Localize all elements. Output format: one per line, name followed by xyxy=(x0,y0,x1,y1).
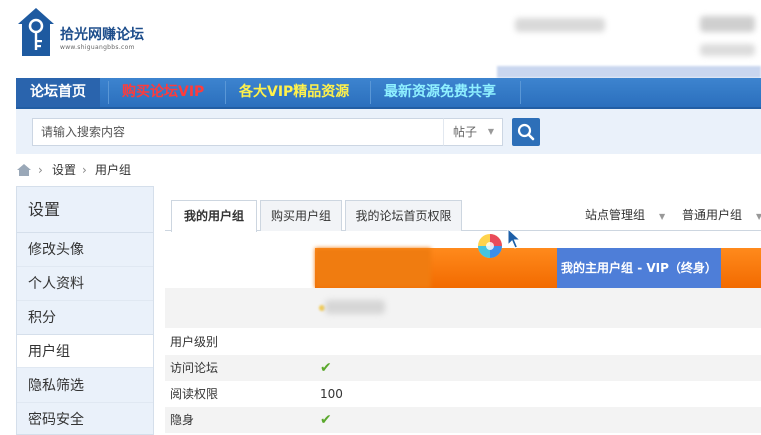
sidebar-title: 设置 xyxy=(17,187,153,233)
row-label: 访问论坛 xyxy=(170,361,219,375)
mouse-cursor-icon xyxy=(507,228,522,249)
sidebar-item-profile[interactable]: 个人资料 xyxy=(17,267,153,301)
sidebar-item-credits[interactable]: 积分 xyxy=(17,301,153,335)
home-icon[interactable] xyxy=(16,163,32,177)
dropdown-label: 普通用户组 xyxy=(682,208,743,222)
search-button[interactable] xyxy=(512,118,540,146)
table-row xyxy=(165,288,761,328)
caret-down-icon: ▼ xyxy=(487,127,494,136)
logo-subtitle: www.shiguangbbs.com xyxy=(60,44,135,51)
nav-vip-resources[interactable]: 各大VIP精品资源 xyxy=(225,78,363,107)
nav-divider xyxy=(520,81,521,104)
row-label: 用户级别 xyxy=(170,335,219,349)
tab-buy-usergroup[interactable]: 购买用户组 xyxy=(260,200,342,231)
caret-down-icon: ▼ xyxy=(659,212,666,221)
check-icon: ✔ xyxy=(320,360,332,376)
search-type-select[interactable]: 帖子 ▼ xyxy=(443,118,503,146)
row-label: 隐身 xyxy=(170,413,195,427)
blurred-user-link xyxy=(700,44,755,56)
dropdown-label: 站点管理组 xyxy=(585,208,646,222)
search-type-value: 帖子 xyxy=(453,125,478,139)
site-admin-group-dropdown[interactable]: 站点管理组 ▼ xyxy=(585,200,665,231)
nav-buy-vip[interactable]: 购买论坛VIP xyxy=(108,78,218,107)
sidebar-item-avatar[interactable]: 修改头像 xyxy=(17,233,153,267)
blurred-user-link xyxy=(700,16,755,32)
normal-user-group-dropdown[interactable]: 普通用户组 ▼ xyxy=(682,200,761,231)
site-logo[interactable]: 拾光网赚论坛 www.shiguangbbs.com xyxy=(16,6,156,62)
search-icon xyxy=(517,123,535,141)
nav-free-resources[interactable]: 最新资源免费共享 xyxy=(370,78,510,107)
main-nav: 论坛首页 购买论坛VIP 各大VIP精品资源 最新资源免费共享 xyxy=(16,78,761,109)
row-value: 100 xyxy=(320,387,343,401)
search-input[interactable]: 请输入搜索内容 xyxy=(32,118,460,146)
nav-home[interactable]: 论坛首页 xyxy=(16,78,100,107)
table-row xyxy=(165,355,761,381)
blurred-user-info xyxy=(515,18,605,32)
tab-my-usergroup[interactable]: 我的用户组 xyxy=(171,200,257,232)
main-group-header: 我的主用户组 - VIP（终身） xyxy=(557,248,721,288)
site-header: 拾光网赚论坛 www.shiguangbbs.com xyxy=(0,0,761,78)
caret-down-icon: ▼ xyxy=(756,212,761,221)
breadcrumb-settings[interactable]: 设置 xyxy=(52,160,76,180)
sidebar-item-privacy[interactable]: 隐私筛选 xyxy=(17,369,153,403)
search-bar: 请输入搜索内容 帖子 ▼ xyxy=(16,109,761,154)
key-logo-icon xyxy=(18,8,54,56)
check-icon: ✔ xyxy=(320,412,332,428)
settings-sidebar: 设置 修改头像 个人资料 积分 用户组 隐私筛选 密码安全 xyxy=(16,186,154,435)
row-label: 阅读权限 xyxy=(170,387,219,401)
chevron-right-icon: › xyxy=(38,163,43,177)
sidebar-item-password[interactable]: 密码安全 xyxy=(17,403,153,435)
colorful-ball-icon xyxy=(478,234,502,258)
chevron-right-icon: › xyxy=(82,163,87,177)
tab-forum-home-permission[interactable]: 我的论坛首页权限 xyxy=(345,200,462,231)
breadcrumb-usergroup[interactable]: 用户组 xyxy=(95,160,131,180)
blurred-group-name xyxy=(325,300,385,314)
blurred-group-header xyxy=(315,248,431,288)
sidebar-item-usergroup[interactable]: 用户组 xyxy=(17,334,153,368)
tab-bar: 我的用户组 购买用户组 我的论坛首页权限 站点管理组 ▼ 普通用户组 ▼ xyxy=(165,200,761,232)
logo-title: 拾光网赚论坛 xyxy=(60,27,144,43)
blurred-banner xyxy=(497,66,761,78)
table-row xyxy=(165,407,761,433)
